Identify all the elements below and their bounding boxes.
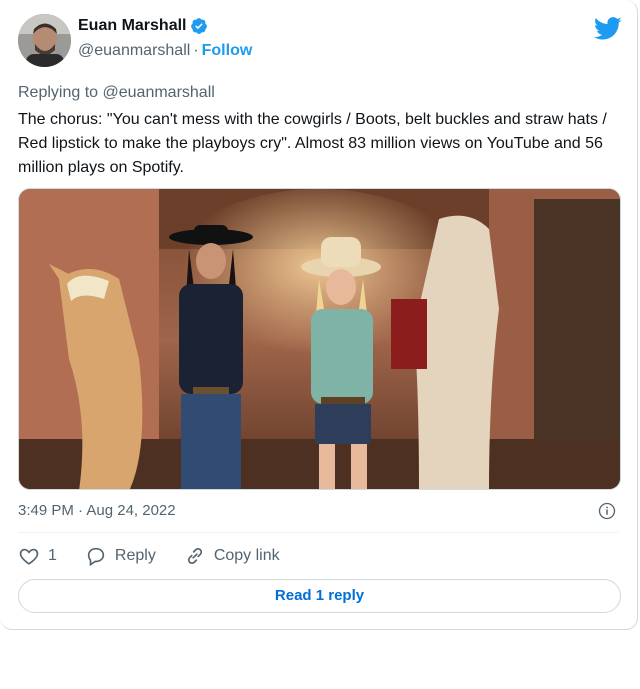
action-bar: 1 Reply Copy link: [18, 545, 308, 567]
verified-badge-icon: [190, 17, 208, 35]
tweet-timestamp[interactable]: 3:49 PM · Aug 24, 2022: [18, 502, 176, 519]
info-icon[interactable]: [598, 502, 616, 520]
read-replies-button[interactable]: Read 1 reply: [18, 579, 621, 613]
like-count: 1: [48, 547, 57, 564]
divider: [18, 532, 619, 533]
copy-link-button[interactable]: Copy link: [184, 545, 280, 567]
copy-link-label: Copy link: [213, 547, 280, 564]
replying-prefix: Replying to: [18, 84, 99, 101]
replying-to: Replying to @euanmarshall: [18, 84, 215, 102]
like-button[interactable]: 1: [18, 545, 57, 567]
tweet-card: Euan Marshall @euanmarshall · Follow Reply…: [0, 0, 638, 630]
tweet-text: The chorus: "You can't mess with the cow…: [18, 111, 607, 176]
reply-label: Reply: [114, 547, 156, 564]
heart-icon: [19, 548, 39, 565]
replying-handle[interactable]: @euanmarshall: [103, 84, 215, 101]
reply-button[interactable]: Reply: [85, 545, 156, 567]
link-icon: [187, 548, 202, 564]
author-handle[interactable]: @euanmarshall: [78, 42, 190, 59]
author-name-row: Euan Marshall: [78, 17, 208, 35]
twitter-bird-icon[interactable]: [593, 16, 622, 40]
follow-link[interactable]: Follow: [202, 42, 253, 59]
author-name[interactable]: Euan Marshall: [78, 17, 186, 35]
author-handle-row: @euanmarshall · Follow: [78, 42, 252, 60]
tweet-media-image[interactable]: [18, 188, 621, 490]
author-avatar[interactable]: [18, 14, 71, 67]
separator-dot: ·: [193, 42, 199, 59]
reply-bubble-icon: [87, 547, 105, 567]
